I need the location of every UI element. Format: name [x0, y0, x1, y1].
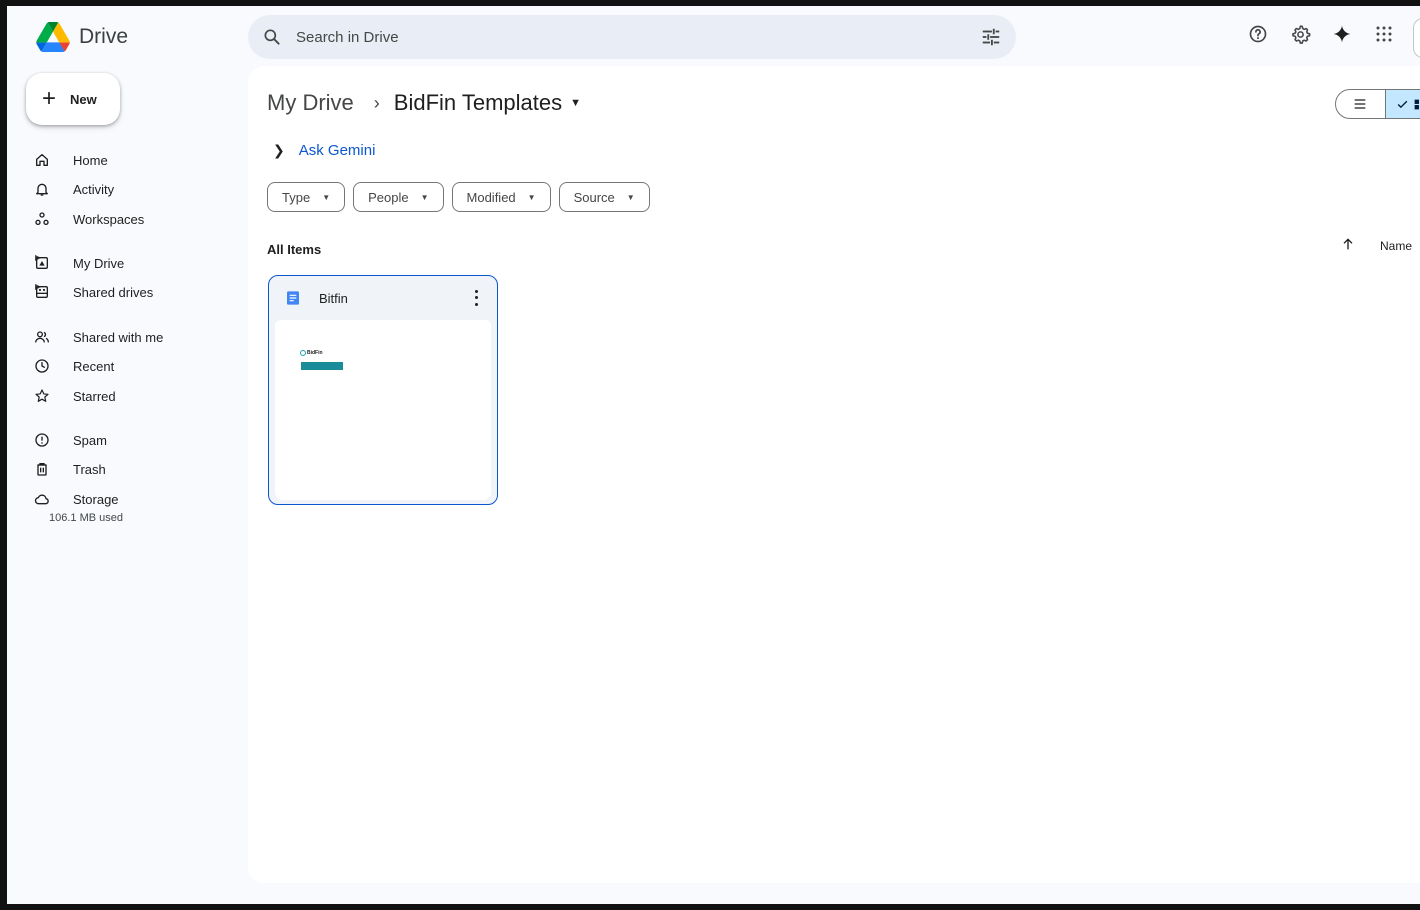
list-icon — [1355, 99, 1366, 109]
thumbnail-logo: BidFin — [300, 350, 323, 356]
sidebar-item-storage[interactable]: Storage — [33, 486, 119, 512]
cloud-icon — [33, 490, 51, 508]
sidebar-item-label: Spam — [73, 432, 107, 448]
chevron-right-icon: › — [373, 92, 380, 113]
sidebar-item-label: My Drive — [73, 255, 125, 271]
new-button[interactable]: + New — [26, 73, 120, 125]
app-name: Drive — [79, 25, 129, 48]
caret-down-icon: ▼ — [527, 192, 536, 202]
caret-down-icon: ▼ — [570, 97, 582, 109]
settings-gear-icon[interactable] — [1289, 23, 1311, 45]
search-input[interactable] — [296, 28, 980, 46]
more-actions-icon[interactable] — [469, 288, 483, 308]
drive-logo-icon — [36, 22, 70, 52]
filter-chip-source[interactable]: Source ▼ — [558, 182, 650, 212]
file-card-header: Bitfin — [269, 276, 497, 320]
filter-chips: Type ▼ People ▼ Modified ▼ Source ▼ — [267, 182, 650, 212]
filter-chip-label: Type — [282, 189, 311, 205]
search-icon[interactable] — [262, 27, 282, 47]
sidebar-item-label: Trash — [73, 461, 106, 477]
sidebar-item-shared-with-me[interactable]: Shared with me — [33, 324, 163, 350]
sidebar-item-recent[interactable]: Recent — [33, 353, 114, 379]
sidebar-item-my-drive[interactable]: My Drive — [33, 250, 124, 276]
header-actions — [1247, 23, 1395, 45]
file-card[interactable]: Bitfin BidFin — [268, 275, 498, 505]
sidebar-item-label: Activity — [73, 181, 115, 197]
sidebar-item-label: Recent — [73, 358, 115, 374]
spam-icon — [33, 431, 51, 449]
search-bar[interactable] — [248, 15, 1016, 59]
home-icon — [33, 151, 51, 169]
file-thumbnail: BidFin — [275, 320, 491, 500]
breadcrumb: My Drive › BidFin Templates ▼ — [267, 90, 581, 116]
sidebar-item-trash[interactable]: Trash — [33, 456, 106, 482]
caret-down-icon: ▼ — [626, 192, 635, 202]
clock-icon — [33, 357, 51, 375]
shared-drives-icon — [33, 283, 51, 301]
bell-icon — [33, 180, 51, 198]
sidebar-item-label: Shared drives — [73, 284, 154, 300]
thumbnail-logo-mark — [300, 350, 306, 356]
new-button-label: New — [70, 91, 97, 107]
thumbnail-banner — [301, 362, 343, 370]
sidebar-item-label: Starred — [73, 388, 116, 404]
sort-direction-arrow-up-icon[interactable] — [1340, 236, 1356, 252]
sidebar-item-workspaces[interactable]: Workspaces — [33, 206, 144, 232]
breadcrumb-my-drive[interactable]: My Drive — [267, 90, 354, 116]
sidebar-item-label: Home — [73, 152, 108, 168]
thumbnail-logo-text: BidFin — [307, 350, 323, 356]
filter-chip-label: Source — [573, 189, 615, 205]
gemini-sparkle-icon[interactable] — [1331, 23, 1353, 45]
filter-chip-type[interactable]: Type ▼ — [267, 182, 346, 212]
drive-logo[interactable]: Drive — [35, 20, 128, 54]
ask-gemini-toggle[interactable]: ❯ Ask Gemini — [273, 142, 375, 159]
ask-gemini-label: Ask Gemini — [298, 142, 376, 159]
apps-grid-icon[interactable] — [1373, 23, 1395, 45]
sidebar-item-activity[interactable]: Activity — [33, 176, 114, 202]
people-icon — [33, 328, 51, 346]
caret-down-icon: ▼ — [322, 192, 331, 202]
plus-icon: + — [42, 85, 57, 112]
view-toggle — [1335, 89, 1420, 119]
section-heading: All Items — [267, 242, 322, 257]
sidebar-item-starred[interactable]: Starred — [33, 383, 116, 409]
sidebar-item-label: Workspaces — [73, 211, 145, 227]
caret-down-icon: ▼ — [420, 192, 429, 202]
file-name: Bitfin — [319, 290, 348, 306]
account-button[interactable] — [1413, 18, 1420, 58]
filter-chip-modified[interactable]: Modified ▼ — [451, 182, 551, 212]
storage-used-text: 106.1 MB used — [49, 512, 123, 524]
grid-view-button[interactable] — [1384, 90, 1420, 118]
my-drive-icon — [33, 254, 51, 272]
help-icon[interactable] — [1247, 23, 1269, 45]
filter-chip-people[interactable]: People ▼ — [353, 182, 444, 212]
checkmark-icon — [1397, 100, 1408, 108]
sidebar-item-spam[interactable]: Spam — [33, 427, 107, 453]
filter-chip-label: Modified — [466, 189, 516, 205]
filter-chip-label: People — [368, 189, 409, 205]
google-docs-icon — [287, 291, 299, 305]
sort-by-name-button[interactable]: Name — [1380, 239, 1412, 253]
sidebar-item-home[interactable]: Home — [33, 147, 108, 173]
breadcrumb-current-folder[interactable]: BidFin Templates ▼ — [394, 90, 581, 116]
sidebar-item-label: Shared with me — [73, 329, 164, 345]
app-window: Drive + New — [0, 0, 1420, 910]
star-icon — [33, 387, 51, 405]
list-view-button[interactable] — [1336, 90, 1385, 118]
main-content: My Drive › BidFin Templates ▼ ❯ Ask Gemi… — [248, 66, 1420, 883]
chevron-right-icon: ❯ — [273, 142, 285, 158]
workspaces-icon — [33, 210, 51, 228]
search-options-icon[interactable] — [980, 26, 1002, 48]
grid-icon — [1414, 99, 1420, 109]
current-folder-title: BidFin Templates — [393, 90, 563, 115]
trash-icon — [33, 460, 51, 478]
sidebar-item-label: Storage — [73, 491, 119, 507]
sidebar-item-shared-drives[interactable]: Shared drives — [33, 279, 153, 305]
